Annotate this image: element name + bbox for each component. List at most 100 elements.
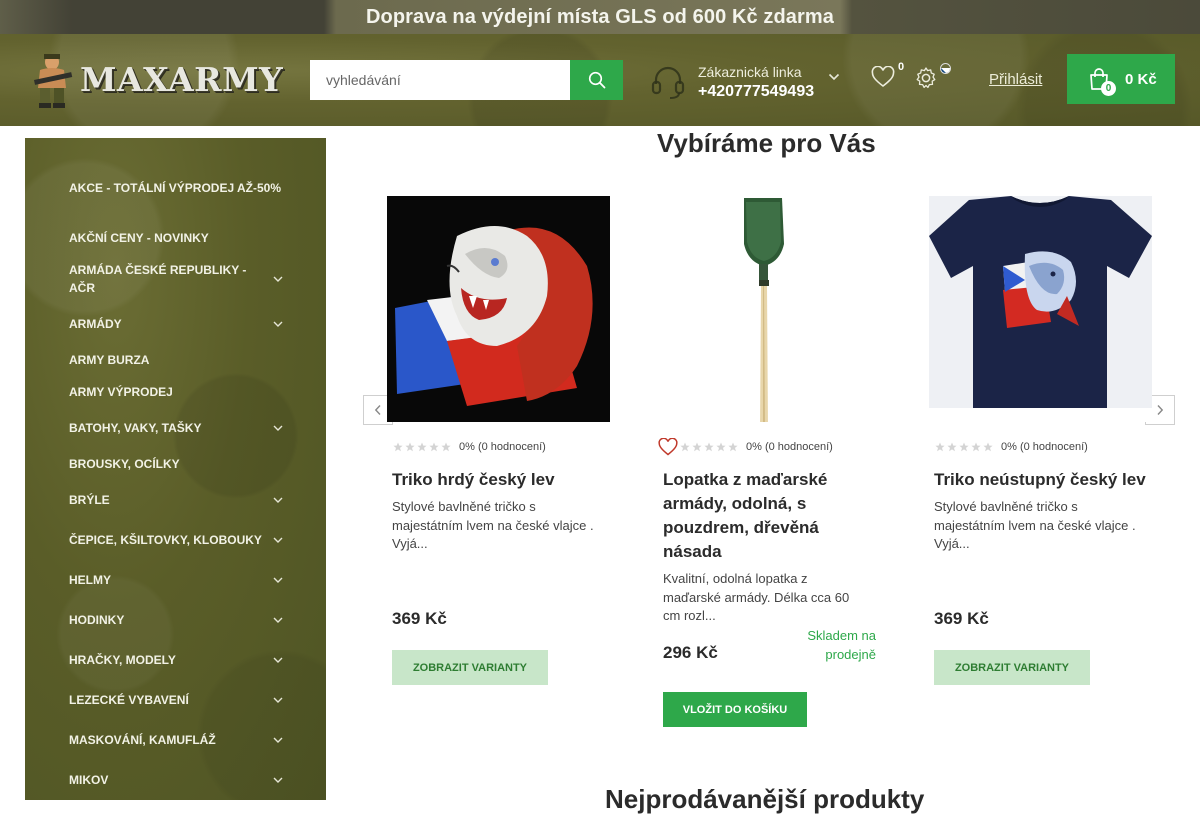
chevron-down-icon[interactable] bbox=[272, 275, 284, 283]
sidebar-item-bryle[interactable]: BRÝLE bbox=[69, 491, 289, 509]
support-phone[interactable]: +420777549493 bbox=[698, 83, 814, 101]
cart-amount: 0 Kč bbox=[1125, 70, 1157, 88]
logo-text: MAXARMY bbox=[80, 59, 284, 99]
product-rating: 0% (0 hodnocení) bbox=[935, 441, 1155, 453]
product-price: 369 Kč bbox=[392, 609, 447, 628]
sidebar-item-army-burza[interactable]: ARMY BURZA bbox=[69, 351, 289, 369]
sidebar-item-cepice[interactable]: ČEPICE, KŠILTOVKY, KLOBOUKY bbox=[69, 531, 289, 549]
star-icon bbox=[704, 442, 714, 452]
rating-text: 0% (0 hodnocení) bbox=[1001, 441, 1088, 453]
site-header: MAXARMY Zákaznická linka +420777549493 0 bbox=[0, 34, 1200, 126]
login-link[interactable]: Přihlásit bbox=[989, 71, 1042, 88]
wishlist-count: 0 bbox=[898, 61, 905, 73]
site-logo[interactable]: MAXARMY bbox=[30, 50, 283, 108]
sidebar-item-army-vyprodej[interactable]: ARMY VÝPRODEJ bbox=[69, 383, 289, 401]
chevron-left-icon bbox=[374, 405, 381, 415]
wishlist-heart-icon[interactable] bbox=[871, 66, 895, 88]
chevron-right-icon bbox=[1157, 405, 1164, 415]
product-image[interactable] bbox=[929, 196, 1152, 422]
product-description: Stylové bavlněné tričko s majestátním lv… bbox=[934, 499, 1136, 551]
star-icon bbox=[393, 442, 403, 452]
star-icon bbox=[716, 442, 726, 452]
sidebar-item-akce[interactable]: AKCE - TOTÁLNÍ VÝPRODEJ AŽ-50% bbox=[69, 179, 289, 197]
chevron-down-icon[interactable] bbox=[272, 656, 284, 664]
search-button[interactable] bbox=[570, 60, 623, 100]
wishlist-heart-icon[interactable] bbox=[658, 438, 678, 456]
product-name[interactable]: Triko neústupný český lev bbox=[934, 468, 1155, 492]
lion-flag-print-image bbox=[387, 196, 610, 422]
product-description: Stylové bavlněné tričko s majestátním lv… bbox=[392, 499, 594, 551]
shipping-banner: Doprava na výdejní místa GLS od 600 Kč z… bbox=[0, 0, 1200, 34]
sidebar-item-batohy[interactable]: BATOHY, VAKY, TAŠKY bbox=[69, 419, 289, 437]
star-icon bbox=[680, 442, 690, 452]
sidebar-item-maskovani[interactable]: MASKOVÁNÍ, KAMUFLÁŽ bbox=[69, 731, 289, 749]
rating-text: 0% (0 hodnocení) bbox=[459, 441, 546, 453]
rating-stars bbox=[935, 442, 993, 452]
product-rating: 0% (0 hodnocení) bbox=[658, 438, 884, 456]
chevron-down-icon[interactable] bbox=[272, 776, 284, 784]
support-label: Zákaznická linka bbox=[698, 63, 802, 80]
navy-tshirt-image bbox=[929, 196, 1152, 408]
sidebar-item-hracky[interactable]: HRAČKY, MODELY bbox=[69, 651, 289, 669]
product-price: 369 Kč bbox=[934, 609, 989, 628]
star-icon bbox=[983, 442, 993, 452]
chevron-down-icon[interactable] bbox=[828, 73, 840, 81]
sidebar-item-brousky[interactable]: BROUSKY, OCÍLKY bbox=[69, 455, 289, 473]
search-bar bbox=[310, 60, 623, 100]
search-icon bbox=[588, 71, 605, 89]
star-icon bbox=[417, 442, 427, 452]
search-input[interactable] bbox=[310, 60, 570, 100]
chevron-down-icon[interactable] bbox=[272, 696, 284, 704]
chevron-down-icon[interactable] bbox=[272, 320, 284, 328]
product-name[interactable]: Triko hrdý český lev bbox=[392, 468, 613, 492]
shovel-image bbox=[744, 198, 784, 422]
star-icon bbox=[692, 442, 702, 452]
sidebar-item-armada-cr[interactable]: ARMÁDA ČESKÉ REPUBLIKY - AČR bbox=[69, 261, 259, 297]
settings-gear-icon[interactable] bbox=[914, 66, 938, 90]
show-variants-button[interactable]: ZOBRAZIT VARIANTY bbox=[392, 650, 548, 685]
chevron-down-icon[interactable] bbox=[272, 736, 284, 744]
product-card[interactable]: 0% (0 hodnocení) Triko neústupný český l… bbox=[929, 196, 1155, 554]
rating-stars bbox=[680, 442, 738, 452]
star-icon bbox=[429, 442, 439, 452]
sidebar-item-akcni-ceny[interactable]: AKČNÍ CENY - NOVINKY bbox=[69, 229, 289, 247]
product-price: 296 Kč bbox=[663, 643, 718, 662]
chevron-down-icon[interactable] bbox=[272, 496, 284, 504]
product-name[interactable]: Lopatka z maďarské armády, odolná, s pou… bbox=[663, 468, 863, 564]
product-image[interactable] bbox=[658, 196, 881, 422]
sidebar-item-mikov[interactable]: MIKOV bbox=[69, 771, 289, 789]
product-card[interactable]: 0% (0 hodnocení) Lopatka z maďarské armá… bbox=[658, 196, 884, 626]
headset-icon bbox=[651, 66, 685, 99]
chevron-down-icon[interactable] bbox=[272, 536, 284, 544]
add-to-cart-button[interactable]: VLOŽIT DO KOŠÍKU bbox=[663, 692, 807, 727]
rating-stars bbox=[393, 442, 451, 452]
cart-button[interactable]: 0 0 Kč bbox=[1067, 54, 1175, 104]
sidebar-item-lezecke[interactable]: LEZECKÉ VYBAVENÍ bbox=[69, 691, 289, 709]
shipping-banner-text: Doprava na výdejní místa GLS od 600 Kč z… bbox=[366, 5, 834, 28]
product-card[interactable]: 0% (0 hodnocení) Triko hrdý český lev St… bbox=[387, 196, 613, 554]
star-icon bbox=[959, 442, 969, 452]
product-description: Kvalitní, odolná lopatka z maďarské armá… bbox=[663, 571, 850, 623]
rating-text: 0% (0 hodnocení) bbox=[746, 441, 833, 453]
product-image[interactable] bbox=[387, 196, 610, 422]
star-icon bbox=[441, 442, 451, 452]
sidebar-item-armady[interactable]: ARMÁDY bbox=[69, 315, 289, 333]
sidebar-item-hodinky[interactable]: HODINKY bbox=[69, 611, 289, 629]
customer-support[interactable]: Zákaznická linka +420777549493 bbox=[650, 58, 850, 106]
stock-status: Skladem na prodejně bbox=[807, 628, 876, 662]
chevron-down-icon[interactable] bbox=[272, 616, 284, 624]
product-rating: 0% (0 hodnocení) bbox=[393, 441, 613, 453]
category-sidebar: AKCE - TOTÁLNÍ VÝPRODEJ AŽ-50% AKČNÍ CEN… bbox=[25, 138, 326, 800]
star-icon bbox=[405, 442, 415, 452]
show-variants-button[interactable]: ZOBRAZIT VARIANTY bbox=[934, 650, 1090, 685]
chevron-down-icon[interactable] bbox=[272, 576, 284, 584]
star-icon bbox=[728, 442, 738, 452]
star-icon bbox=[935, 442, 945, 452]
sidebar-item-helmy[interactable]: HELMY bbox=[69, 571, 289, 589]
czech-flag-icon[interactable] bbox=[940, 63, 951, 74]
section-title: Vybíráme pro Vás bbox=[657, 128, 876, 158]
star-icon bbox=[947, 442, 957, 452]
star-icon bbox=[971, 442, 981, 452]
chevron-down-icon[interactable] bbox=[272, 424, 284, 432]
cart-count-badge: 0 bbox=[1101, 81, 1116, 96]
